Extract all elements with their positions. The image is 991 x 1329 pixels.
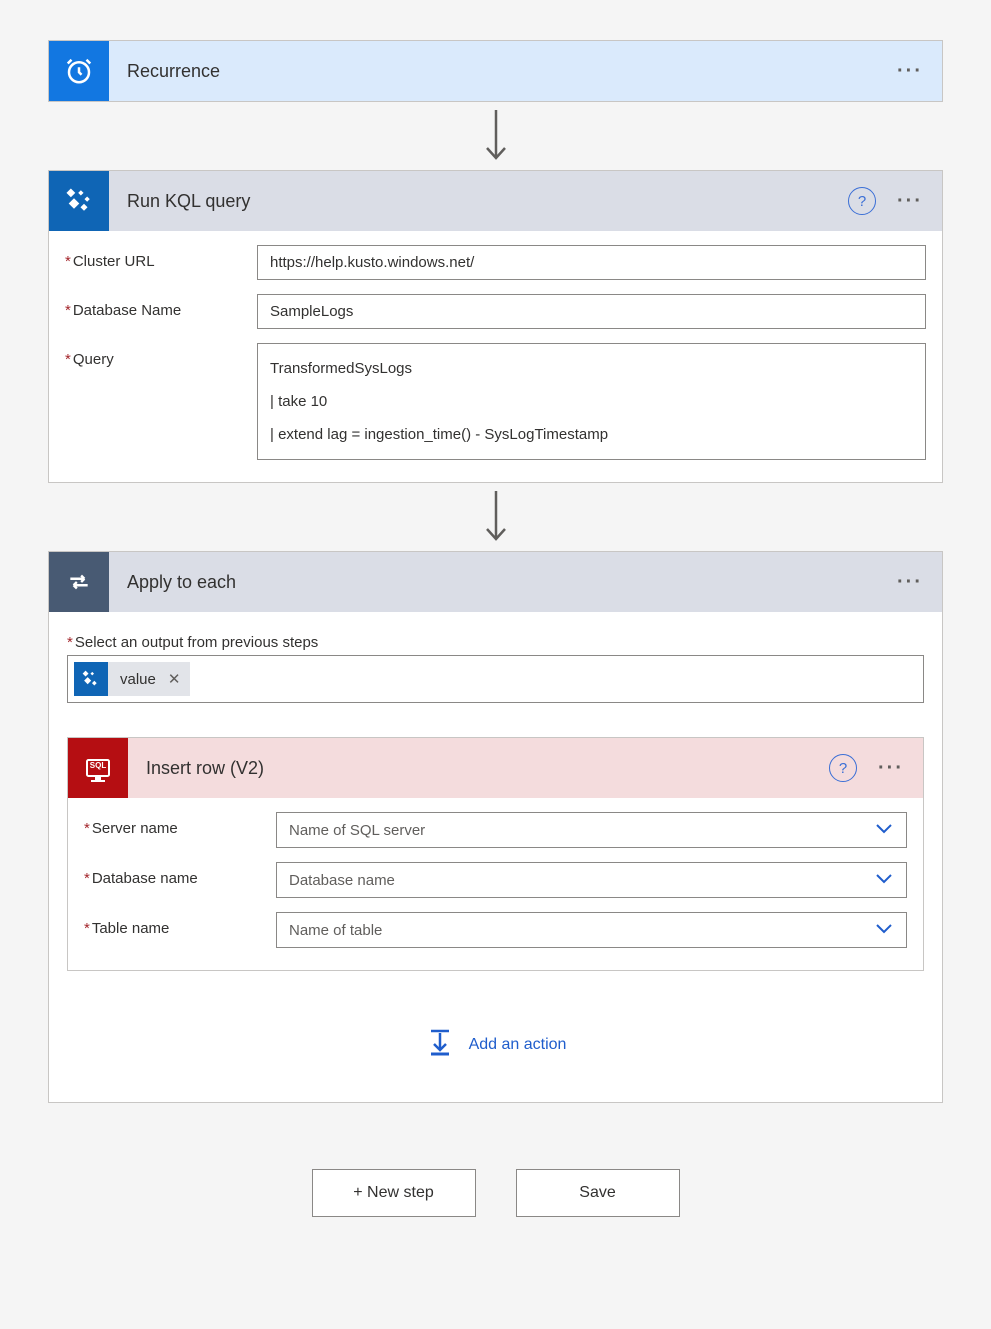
select-output-input[interactable]: value ✕: [67, 655, 924, 703]
more-icon[interactable]: ···: [873, 750, 909, 786]
cluster-url-label: *Cluster URL: [65, 245, 257, 270]
database-name-label: *Database name: [84, 862, 276, 887]
token-label: value: [108, 671, 164, 688]
apply-title: Apply to each: [109, 572, 892, 593]
more-icon[interactable]: ···: [892, 53, 928, 89]
kql-body: *Cluster URL *Database Name *Query Trans…: [49, 231, 942, 482]
remove-token-icon[interactable]: ✕: [164, 670, 191, 688]
apply-body: *Select an output from previous steps va…: [49, 612, 942, 1102]
query-input[interactable]: TransformedSysLogs | take 10 | extend la…: [257, 343, 926, 460]
help-icon[interactable]: ?: [829, 754, 857, 782]
server-name-label: *Server name: [84, 812, 276, 837]
database-name-label: *Database Name: [65, 294, 257, 319]
kql-header[interactable]: Run KQL query ? ···: [49, 171, 942, 231]
chevron-down-icon: [874, 821, 894, 839]
insert-body: *Server name Name of SQL server *Databas…: [68, 798, 923, 970]
cluster-url-input[interactable]: [257, 245, 926, 280]
recurrence-header[interactable]: Recurrence ···: [49, 41, 942, 101]
new-step-button[interactable]: + New step: [312, 1169, 476, 1217]
chevron-down-icon: [874, 871, 894, 889]
footer-buttons: + New step Save: [48, 1169, 943, 1217]
database-name-select[interactable]: Database name: [276, 862, 907, 898]
insert-step-icon: [425, 1027, 455, 1062]
svg-text:SQL: SQL: [90, 761, 107, 770]
loop-icon: [49, 552, 109, 612]
query-label: *Query: [65, 343, 257, 368]
apply-to-each-card: Apply to each ··· *Select an output from…: [48, 551, 943, 1103]
connector-arrow: [48, 102, 943, 170]
database-name-input[interactable]: [257, 294, 926, 329]
sql-icon: SQL: [68, 738, 128, 798]
connector-arrow: [48, 483, 943, 551]
insert-header[interactable]: SQL Insert row (V2) ? ···: [68, 738, 923, 798]
clock-icon: [49, 41, 109, 101]
value-token: value ✕: [74, 662, 190, 696]
add-action-button[interactable]: Add an action: [67, 1027, 924, 1062]
select-output-label: *Select an output from previous steps: [67, 634, 924, 651]
kusto-icon: [49, 171, 109, 231]
apply-header[interactable]: Apply to each ···: [49, 552, 942, 612]
insert-row-card: SQL Insert row (V2) ? ··· *Server name N…: [67, 737, 924, 971]
more-icon[interactable]: ···: [892, 183, 928, 219]
recurrence-title: Recurrence: [109, 61, 892, 82]
kql-title: Run KQL query: [109, 191, 848, 212]
recurrence-card: Recurrence ···: [48, 40, 943, 102]
kql-card: Run KQL query ? ··· *Cluster URL *Databa…: [48, 170, 943, 483]
insert-title: Insert row (V2): [128, 758, 829, 779]
add-action-label: Add an action: [469, 1036, 567, 1054]
more-icon[interactable]: ···: [892, 564, 928, 600]
kusto-icon: [74, 662, 108, 696]
server-name-select[interactable]: Name of SQL server: [276, 812, 907, 848]
chevron-down-icon: [874, 921, 894, 939]
table-name-select[interactable]: Name of table: [276, 912, 907, 948]
help-icon[interactable]: ?: [848, 187, 876, 215]
table-name-label: *Table name: [84, 912, 276, 937]
save-button[interactable]: Save: [516, 1169, 680, 1217]
